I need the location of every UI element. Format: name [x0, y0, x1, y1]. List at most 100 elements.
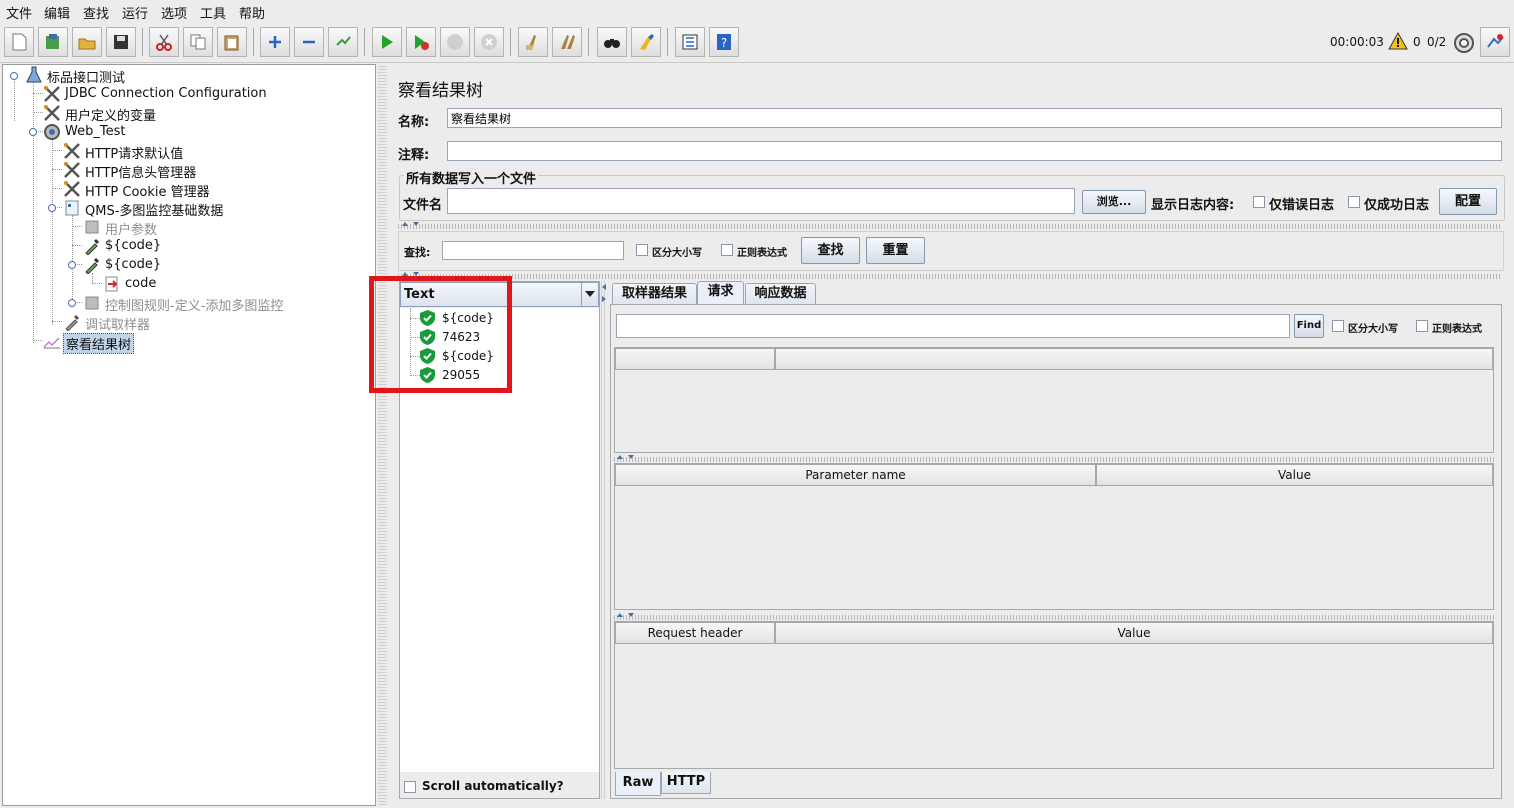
stop-icon[interactable]: [440, 27, 470, 57]
menu-file[interactable]: 文件: [6, 3, 32, 22]
sampler-pipette-icon: [85, 257, 100, 274]
thread-group-icon: [44, 124, 60, 140]
param-value-header[interactable]: Value: [1096, 464, 1493, 486]
elapsed-timer: 00:00:03: [1330, 35, 1384, 49]
find-button[interactable]: Find: [1294, 314, 1324, 338]
start-icon[interactable]: [372, 27, 402, 57]
table-header-cell: [775, 348, 1493, 370]
request-header-name[interactable]: Request header: [615, 622, 775, 644]
clear-icon[interactable]: [518, 27, 548, 57]
tree-label: JDBC Connection Configuration: [65, 86, 267, 101]
reset-search-icon[interactable]: [631, 27, 661, 57]
errors-only-checkbox[interactable]: [1253, 196, 1265, 208]
function-helper-icon[interactable]: [675, 27, 705, 57]
tree-label: QMS-多图监控基础数据: [85, 204, 224, 219]
splitter-dots[interactable]: [398, 224, 1502, 229]
menu-help[interactable]: 帮助: [239, 3, 265, 22]
shutdown-icon[interactable]: [474, 27, 504, 57]
help-icon[interactable]: ?: [709, 27, 739, 57]
tab-response-data[interactable]: 响应数据: [745, 283, 816, 305]
toolbar: ? 00:00:03 0 0/2: [0, 22, 1514, 63]
menu-options[interactable]: 选项: [161, 3, 187, 22]
comment-label: 注释:: [398, 148, 430, 163]
browse-button[interactable]: 浏览...: [1082, 190, 1146, 214]
comment-input[interactable]: [447, 141, 1502, 161]
file-section-title: 所有数据写入一个文件: [404, 168, 539, 187]
test-plan-tree: 标品接口测试 JDBC Connection Configuration 用户定…: [2, 64, 376, 806]
warning-icon[interactable]: [1388, 32, 1408, 50]
collapse-icon[interactable]: [294, 27, 324, 57]
sampler-pipette-icon: [85, 238, 100, 255]
config-element-icon: [64, 143, 80, 159]
clear-all-icon[interactable]: [552, 27, 582, 57]
search-input[interactable]: [442, 241, 624, 260]
name-input[interactable]: [447, 108, 1502, 128]
splitter-arrows-icon[interactable]: [601, 283, 607, 305]
controller-icon: [85, 296, 99, 310]
detail-search-input[interactable]: [616, 314, 1290, 338]
reset-button[interactable]: 重置: [866, 237, 925, 264]
menu-search[interactable]: 查找: [83, 3, 109, 22]
search-button[interactable]: 查找: [801, 237, 860, 264]
tree-label: 调试取样器: [85, 318, 151, 333]
collapse-arrows-icon[interactable]: [401, 220, 423, 228]
errors-only-label: 仅错误日志: [1269, 198, 1335, 213]
case-sensitive-checkbox[interactable]: [636, 244, 648, 256]
collapse-arrows-icon[interactable]: [616, 453, 638, 461]
save-icon[interactable]: [106, 27, 136, 57]
param-name-header[interactable]: Parameter name: [615, 464, 1096, 486]
start-no-pause-icon[interactable]: [406, 27, 436, 57]
filename-input[interactable]: [447, 188, 1075, 214]
tree-toggle-controller[interactable]: [68, 299, 76, 307]
expand-icon[interactable]: [260, 27, 290, 57]
tree-toggle-code[interactable]: [68, 261, 76, 269]
tab-raw[interactable]: Raw: [615, 772, 661, 796]
tree-label: ${code}: [105, 257, 162, 272]
splitter-dots[interactable]: [614, 615, 1494, 620]
tab-http[interactable]: HTTP: [661, 772, 711, 794]
configure-button[interactable]: 配置: [1439, 188, 1497, 215]
config-element-icon: [44, 105, 60, 121]
menu-tools[interactable]: 工具: [200, 3, 226, 22]
tab-sampler-result[interactable]: 取样器结果: [612, 283, 697, 305]
tree-label: 标品接口测试: [47, 71, 126, 86]
tree-label: ${code}: [105, 238, 162, 253]
log-content-label: 显示日志内容:: [1151, 198, 1235, 213]
open-icon[interactable]: [72, 27, 102, 57]
success-only-checkbox[interactable]: [1348, 196, 1360, 208]
split-pane-divider[interactable]: [378, 64, 387, 806]
templates-icon[interactable]: [38, 27, 68, 57]
tree-label: 用户定义的变量: [65, 109, 157, 124]
cut-icon[interactable]: [149, 27, 179, 57]
search-icon[interactable]: [597, 27, 627, 57]
copy-icon[interactable]: [183, 27, 213, 57]
post-processor-icon: [105, 276, 118, 292]
results-splitter[interactable]: [601, 281, 607, 799]
tree-label: Web_Test: [65, 124, 126, 139]
menu-run[interactable]: 运行: [122, 3, 148, 22]
splitter-dots[interactable]: [398, 274, 1502, 279]
tree-label: HTTP请求默认值: [85, 147, 184, 162]
controller-icon: [65, 200, 79, 216]
paste-icon[interactable]: [217, 27, 247, 57]
tree-label: 察看结果树: [63, 333, 135, 354]
tree-toggle-qms[interactable]: [48, 204, 56, 212]
filename-label: 文件名: [403, 198, 443, 213]
remote-status-icon[interactable]: [1453, 32, 1475, 54]
toggle-icon[interactable]: [328, 27, 358, 57]
detail-case-checkbox[interactable]: [1332, 320, 1344, 332]
collapse-arrows-icon[interactable]: [616, 611, 638, 619]
tab-request[interactable]: 请求: [697, 281, 744, 305]
detail-regex-checkbox[interactable]: [1416, 320, 1428, 332]
active-threads: 0/2: [1427, 35, 1447, 49]
tree-toggle-thread-group[interactable]: [29, 128, 37, 136]
log-viewer-icon[interactable]: [1480, 27, 1510, 57]
menu-edit[interactable]: 编辑: [44, 3, 70, 22]
new-icon[interactable]: [4, 27, 34, 57]
regex-checkbox[interactable]: [721, 244, 733, 256]
scroll-auto-checkbox[interactable]: [404, 781, 416, 793]
request-header-value[interactable]: Value: [775, 622, 1493, 644]
splitter-dots[interactable]: [614, 457, 1494, 462]
tree-toggle-root[interactable]: [10, 72, 18, 80]
chevron-down-icon: [585, 291, 595, 297]
